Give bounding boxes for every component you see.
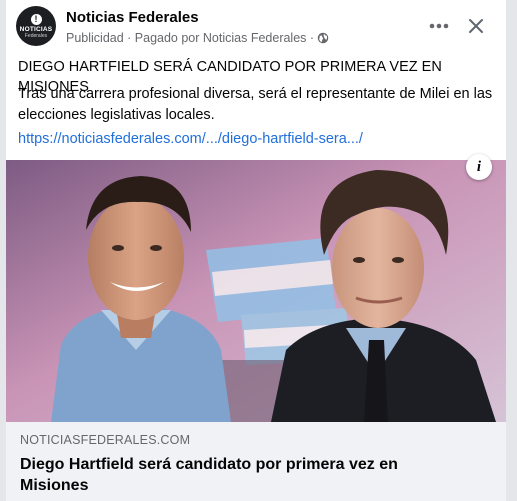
- link-title[interactable]: Diego Hartfield será candidato por prime…: [20, 454, 450, 496]
- avatar-mark: !: [30, 13, 42, 25]
- link-preview-footer[interactable]: NOTICIASFEDERALES.COM Diego Hartfield se…: [6, 422, 506, 501]
- post-header: ! NOTICIAS Federales Noticias Federales …: [6, 0, 506, 52]
- page-avatar[interactable]: ! NOTICIAS Federales: [16, 6, 56, 46]
- globe-icon: [317, 32, 329, 44]
- sponsored-post-card: ! NOTICIAS Federales Noticias Federales …: [6, 0, 506, 501]
- more-options-icon: [429, 23, 449, 29]
- avatar-text-federales: Federales: [24, 32, 48, 39]
- ad-info-button[interactable]: i: [466, 154, 492, 180]
- close-icon: [469, 19, 483, 33]
- link-domain: NOTICIASFEDERALES.COM: [20, 433, 191, 447]
- avatar-text-noticias: NOTICIAS: [19, 25, 53, 33]
- page-name-link[interactable]: Noticias Federales: [66, 9, 199, 26]
- post-body-text: Tras una carrera profesional diversa, se…: [18, 86, 493, 123]
- info-icon: i: [476, 158, 482, 175]
- sponsored-meta-text: Publicidad · Pagado por Noticias Federal…: [66, 31, 315, 45]
- candidates-photo: [6, 160, 506, 422]
- post-meta: Publicidad · Pagado por Noticias Federal…: [66, 31, 329, 45]
- link-preview-image[interactable]: [6, 160, 506, 422]
- more-options-button[interactable]: [424, 11, 454, 41]
- post-article-link[interactable]: https://noticiasfederales.com/.../diego-…: [18, 131, 363, 147]
- hide-post-button[interactable]: [461, 11, 491, 41]
